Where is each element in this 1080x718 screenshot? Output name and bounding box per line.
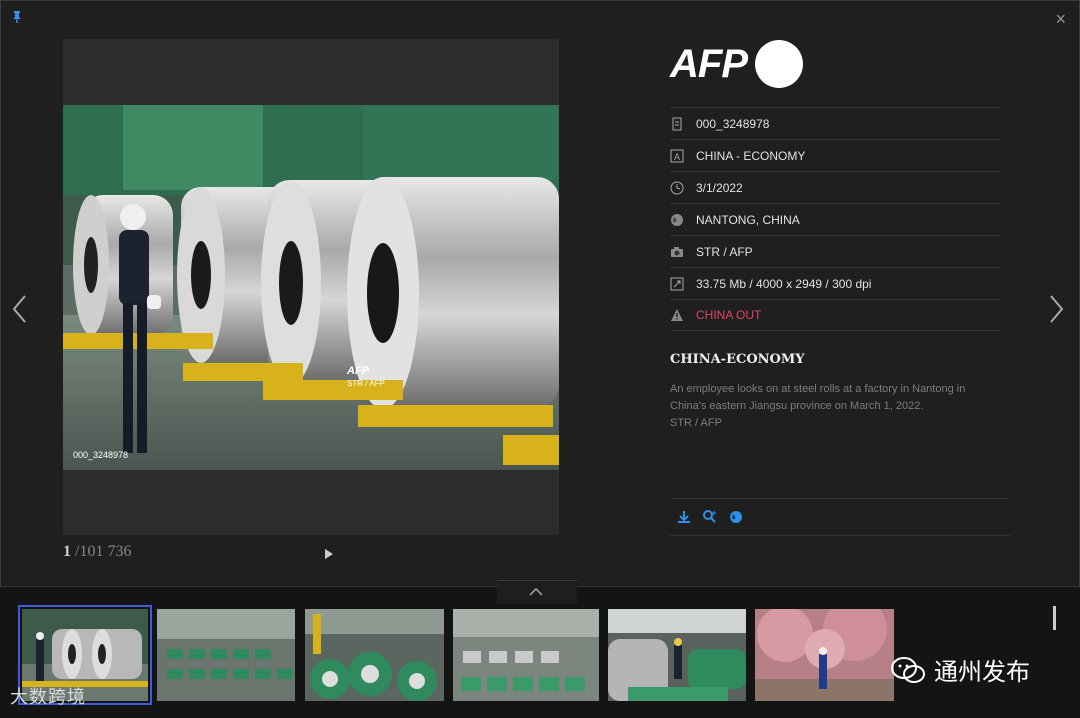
image-counter-total: /101 736 (75, 543, 132, 560)
story-caption-text: An employee looks on at steel rolls at a… (670, 383, 966, 412)
meta-date-text: 3/1/2022 (696, 180, 743, 195)
clock-icon (670, 181, 684, 194)
meta-filesize-text: 33.75 Mb / 4000 x 2949 / 300 dpi (696, 276, 872, 291)
globe-icon (671, 213, 683, 226)
camera-icon (671, 246, 683, 257)
collapse-strip-toggle[interactable] (497, 580, 577, 604)
thumbnail-5[interactable] (608, 609, 746, 701)
photo-watermark-logo: AFP (347, 365, 369, 377)
overlay-watermark-right-text: 通州发布 (934, 658, 1030, 686)
thumbnail-3[interactable] (305, 609, 444, 701)
story-caption-credit: STR / AFP (670, 417, 722, 429)
next-image-arrow-icon[interactable] (1046, 292, 1066, 326)
overlay-watermark-left: 大数跨境 (10, 687, 86, 708)
zoom-in-icon[interactable] (702, 509, 718, 525)
story-caption: An employee looks on at steel rolls at a… (670, 381, 990, 432)
warning-icon (671, 309, 683, 321)
meta-location-text: NANTONG, CHINA (696, 212, 800, 227)
story-headline: CHINA-ECONOMY (670, 352, 805, 367)
image-counter-current: 1 (63, 543, 71, 560)
meta-category-text[interactable]: CHINA - ECONOMY (696, 149, 805, 163)
action-bar (670, 498, 1010, 536)
download-icon[interactable] (676, 509, 692, 525)
photo-id-label: 000_3248978 (73, 450, 129, 460)
thumbnail-6[interactable] (755, 609, 894, 701)
photo-watermark-credit: STR / AFP (347, 379, 385, 388)
image-counter: 1 /101 736 (63, 543, 131, 561)
agency-logo: AFP (670, 40, 803, 88)
resize-icon (670, 277, 684, 290)
document-icon (672, 117, 682, 130)
svg-text:A: A (674, 152, 680, 162)
wechat-icon (891, 656, 925, 683)
thumbnail-scrollbar[interactable] (1053, 606, 1056, 630)
previous-image-arrow-icon[interactable] (10, 292, 30, 326)
meta-row-location: NANTONG, CHINA (670, 203, 1000, 235)
close-icon[interactable]: × (1055, 10, 1066, 28)
chevron-up-icon (529, 588, 543, 596)
pin-icon[interactable] (10, 10, 24, 24)
globe-share-icon[interactable] (728, 509, 744, 525)
image-viewer: 000_3248978 AFP STR / AFP (63, 39, 559, 535)
overlay-watermark-right: 通州发布 (890, 652, 1030, 687)
thumbnail-2[interactable] (157, 609, 295, 701)
meta-row-credit: STR / AFP (670, 235, 1000, 267)
agency-logo-text: AFP (670, 41, 748, 86)
meta-row-restriction: CHINA OUT (670, 299, 1000, 331)
metadata-list: 000_3248978 A CHINA - ECONOMY 3/1/2022 N… (670, 107, 1000, 331)
play-slideshow-icon[interactable] (324, 548, 334, 560)
main-photo[interactable]: 000_3248978 AFP STR / AFP (63, 105, 559, 470)
meta-credit-text: STR / AFP (696, 244, 753, 259)
meta-row-category: A CHINA - ECONOMY (670, 139, 1000, 171)
meta-row-date: 3/1/2022 (670, 171, 1000, 203)
meta-row-id: 000_3248978 (670, 107, 1000, 139)
photo-watermark: AFP STR / AFP (347, 365, 385, 388)
thumbnail-4[interactable] (453, 609, 599, 701)
meta-restriction-text: CHINA OUT (696, 308, 762, 322)
meta-id-text: 000_3248978 (696, 116, 770, 131)
category-icon: A (670, 149, 684, 162)
agency-logo-dot (755, 40, 803, 88)
meta-row-filesize: 33.75 Mb / 4000 x 2949 / 300 dpi (670, 267, 1000, 299)
